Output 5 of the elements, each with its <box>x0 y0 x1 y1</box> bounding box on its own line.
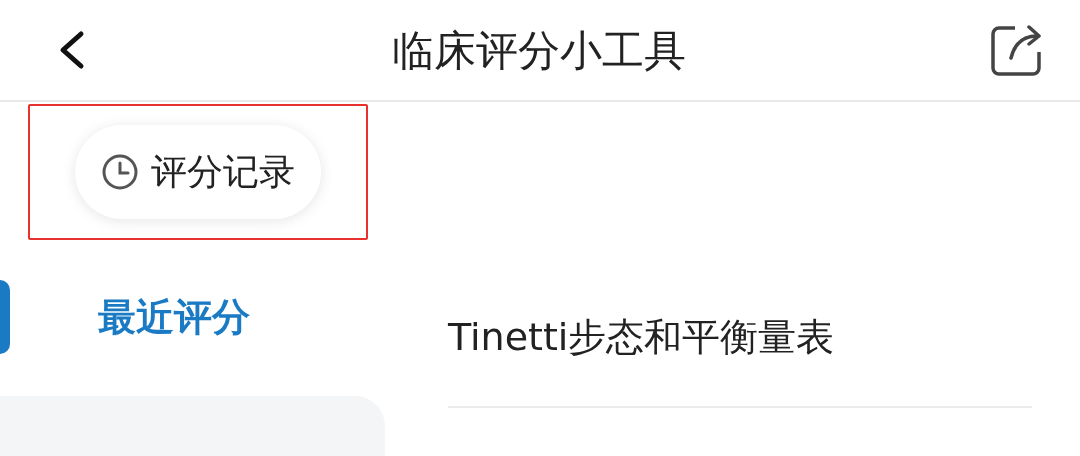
clock-icon <box>101 153 139 191</box>
history-button[interactable]: 评分记录 <box>75 125 321 219</box>
sidebar-item[interactable]: 最近评分 <box>0 280 385 354</box>
score-list-item[interactable]: Tinetti步态和平衡量表 <box>448 280 1032 408</box>
page-title: 临床评分小工具 <box>392 24 686 77</box>
